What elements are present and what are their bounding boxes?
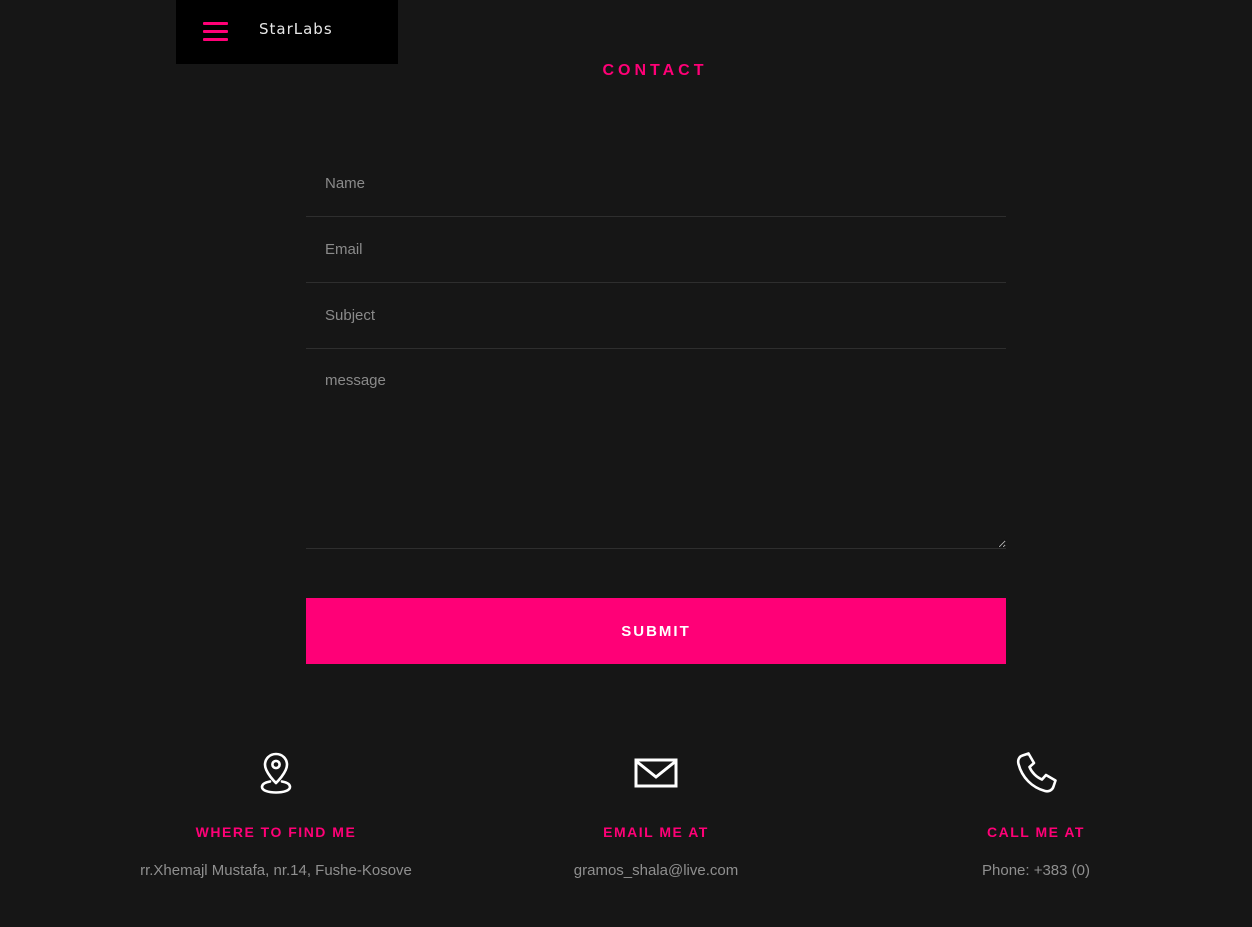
location-pin-icon — [260, 752, 292, 794]
location-info: WHERE TO FIND ME rr.Xhemajl Mustafa, nr.… — [86, 750, 466, 879]
top-navbar: StarLabs — [176, 0, 398, 64]
email-input[interactable] — [306, 217, 1006, 283]
location-heading: WHERE TO FIND ME — [195, 824, 357, 840]
menu-line — [203, 38, 228, 41]
hamburger-menu-icon[interactable] — [203, 21, 229, 43]
phone-text: Phone: +383 (0) — [982, 862, 1090, 879]
envelope-icon — [634, 758, 678, 788]
phone-info: CALL ME AT Phone: +383 (0) — [846, 750, 1226, 879]
email-heading: EMAIL ME AT — [603, 824, 709, 840]
page: StarLabs CONTACT SUBMIT WHERE TO FIND ME… — [0, 0, 1252, 927]
name-input[interactable] — [306, 150, 1006, 217]
contact-form — [306, 150, 1006, 549]
phone-icon — [1016, 752, 1057, 793]
submit-button[interactable]: SUBMIT — [306, 598, 1006, 664]
phone-heading: CALL ME AT — [987, 824, 1085, 840]
subject-input[interactable] — [306, 283, 1006, 349]
email-text[interactable]: gramos_shala@live.com — [466, 862, 846, 879]
menu-line — [203, 30, 228, 33]
brand-logo[interactable]: StarLabs — [259, 20, 333, 38]
address-text: rr.Xhemajl Mustafa, nr.14, Fushe-Kosove — [140, 862, 412, 879]
email-info: EMAIL ME AT gramos_shala@live.com — [466, 750, 846, 879]
section-title: CONTACT — [602, 62, 708, 79]
menu-line — [203, 22, 228, 25]
message-textarea[interactable] — [306, 349, 1006, 549]
